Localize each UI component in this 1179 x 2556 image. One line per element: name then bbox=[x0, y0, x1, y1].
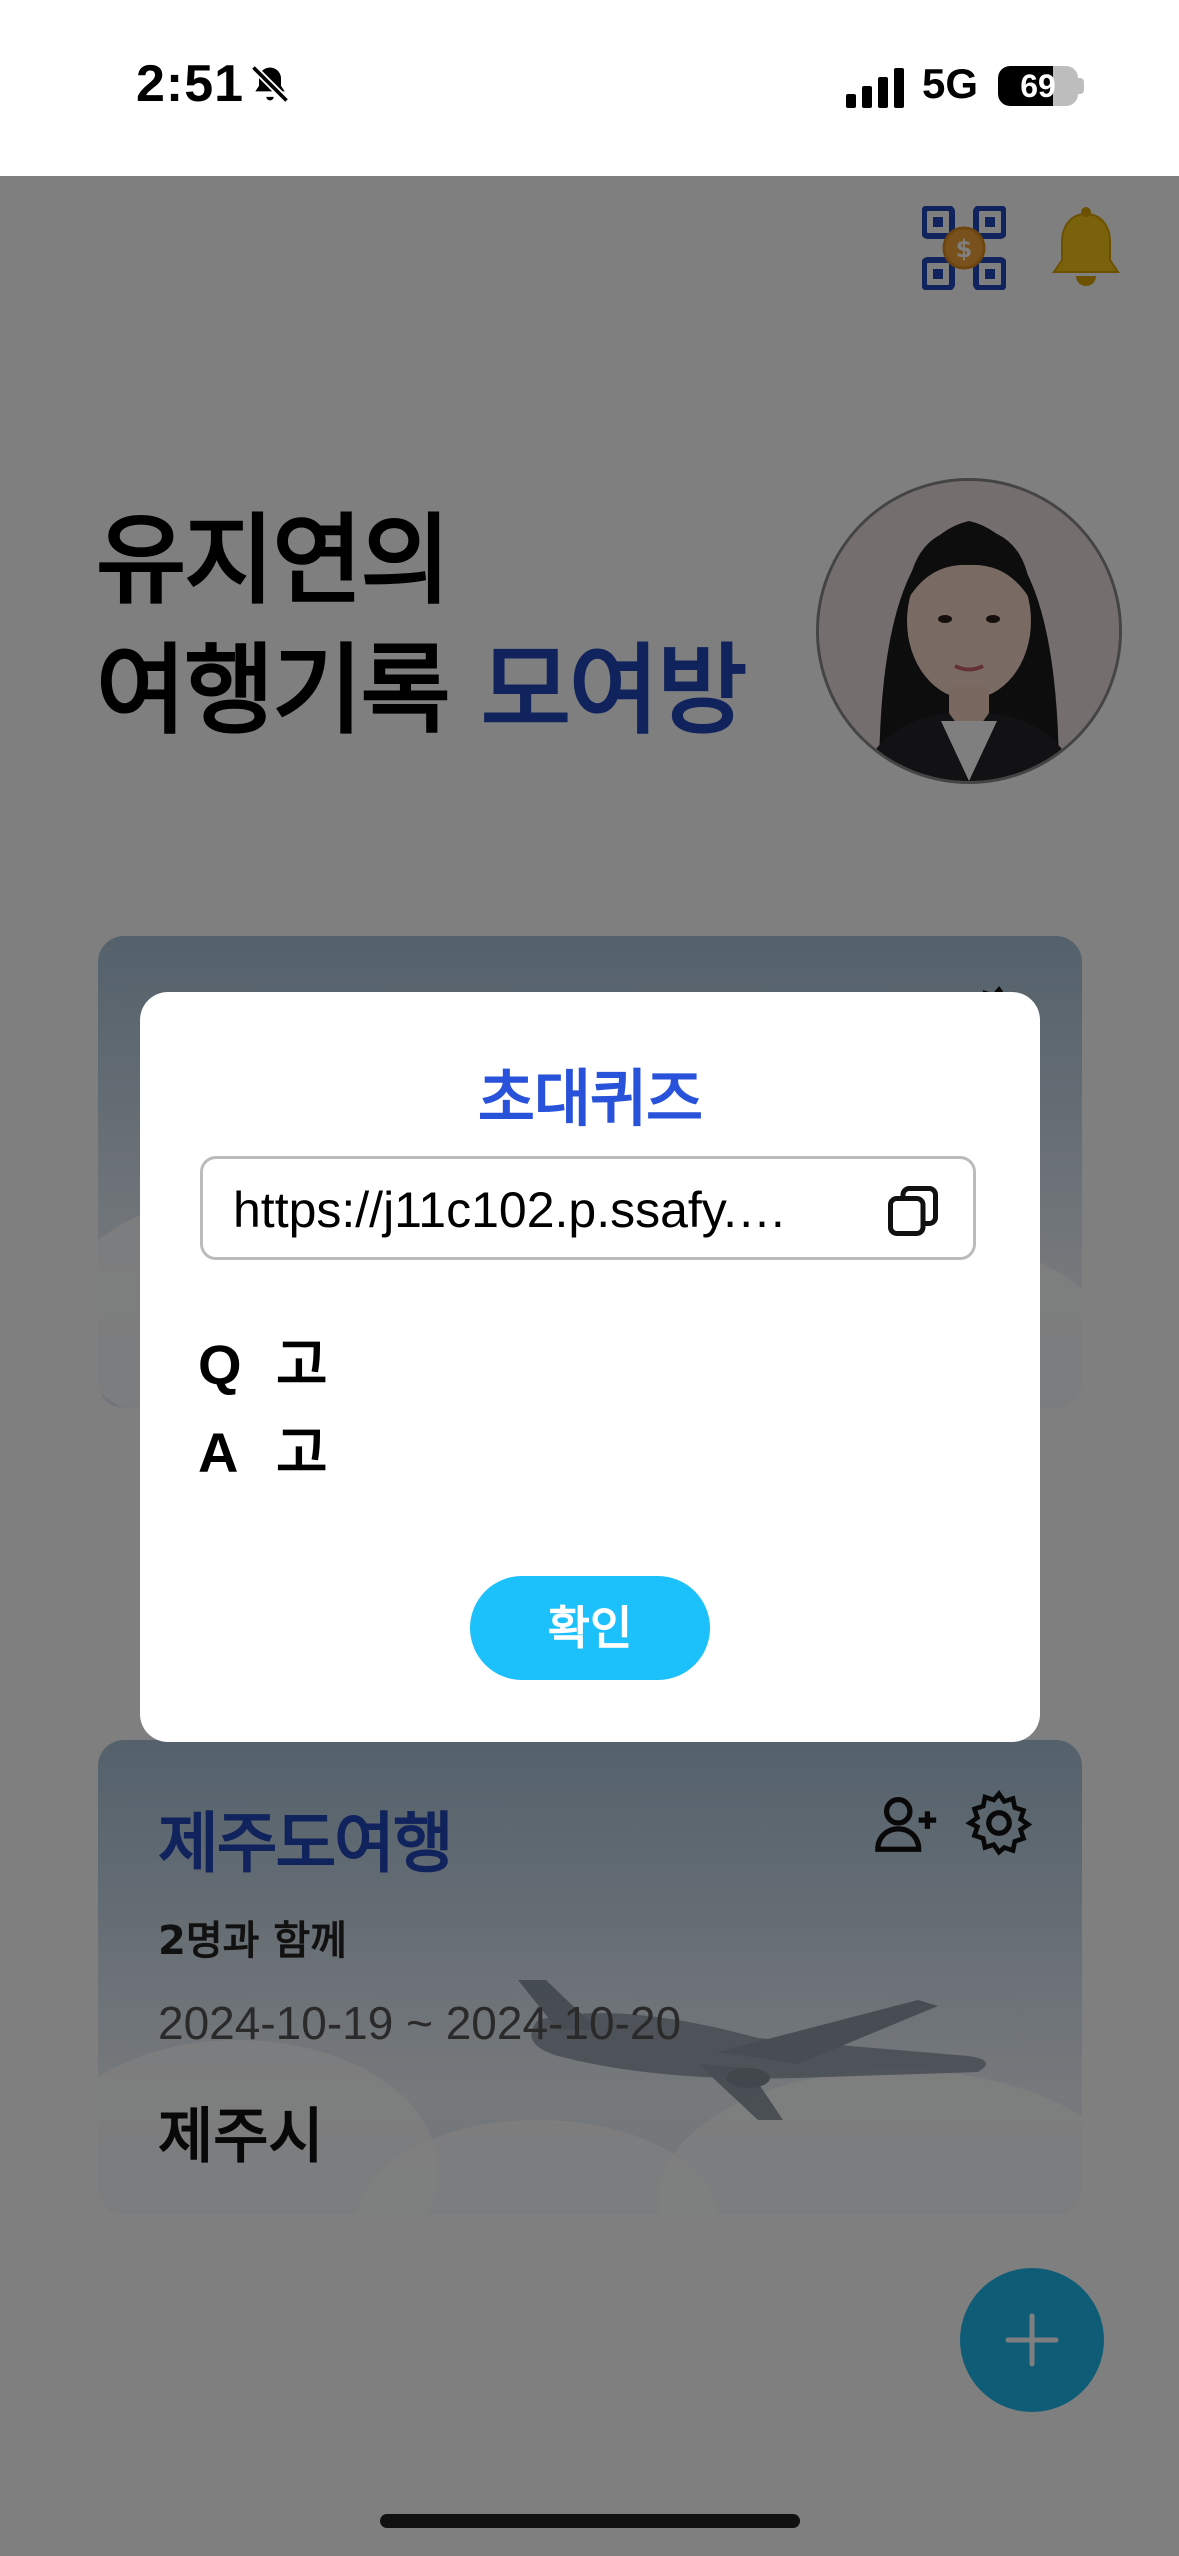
quiz-answer: A고 bbox=[198, 1408, 328, 1489]
question-label: Q bbox=[198, 1333, 242, 1396]
answer-label: A bbox=[198, 1421, 239, 1484]
network-type: 5G bbox=[922, 60, 979, 107]
confirm-button[interactable]: 확인 bbox=[470, 1576, 710, 1680]
copy-icon[interactable] bbox=[883, 1181, 943, 1241]
answer-text: 고 bbox=[276, 1421, 328, 1486]
bell-slash-icon bbox=[250, 64, 290, 104]
signal-icon bbox=[846, 68, 904, 108]
quiz-question: Q고 bbox=[198, 1320, 328, 1401]
battery-icon: 69 bbox=[998, 66, 1078, 106]
dialog-title: 초대퀴즈 bbox=[477, 1062, 703, 1135]
invite-link-field[interactable]: https://j11c102.p.ssafy.… bbox=[200, 1156, 976, 1260]
question-text: 고 bbox=[276, 1333, 328, 1398]
home-indicator[interactable] bbox=[380, 2514, 800, 2528]
invite-link-text: https://j11c102.p.ssafy.… bbox=[233, 1182, 787, 1238]
status-time: 2:51 bbox=[136, 55, 245, 113]
status-bar: 2:51 5G 69 bbox=[0, 0, 1179, 176]
battery-percent: 69 bbox=[1020, 68, 1056, 104]
invite-quiz-dialog: 초대퀴즈 https://j11c102.p.ssafy.… Q고 A고 확인 bbox=[140, 992, 1040, 1742]
battery-tip bbox=[1078, 78, 1084, 94]
